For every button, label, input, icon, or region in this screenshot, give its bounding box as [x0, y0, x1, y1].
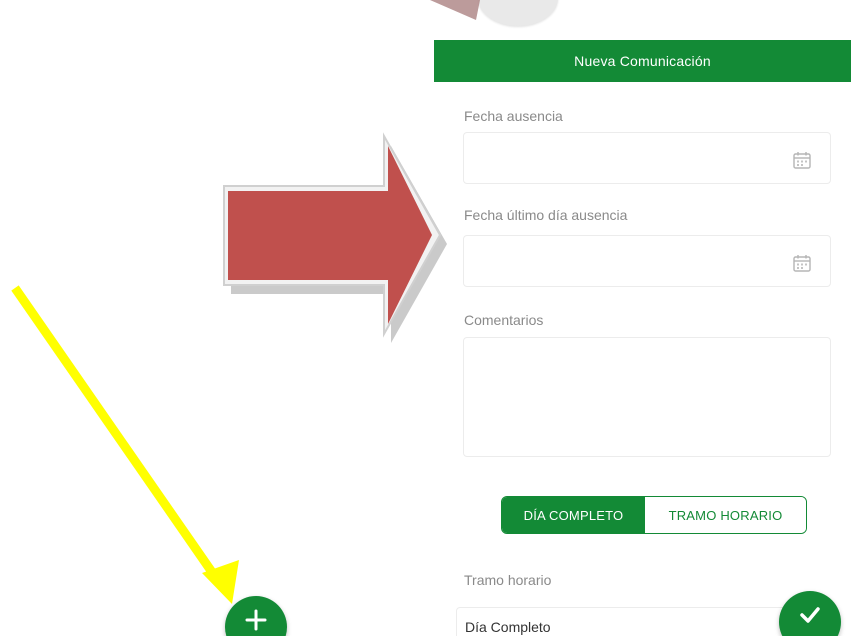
- annotation-overlay: [11, 0, 480, 604]
- screenshot-stage: Nueva Comunicación Fecha ausencia Fecha …: [0, 0, 851, 636]
- red-annotation-arrow: [223, 132, 447, 343]
- yellow-annotation-arrow: [11, 285, 239, 604]
- grey-annotation-arrow-tip: [430, 0, 480, 20]
